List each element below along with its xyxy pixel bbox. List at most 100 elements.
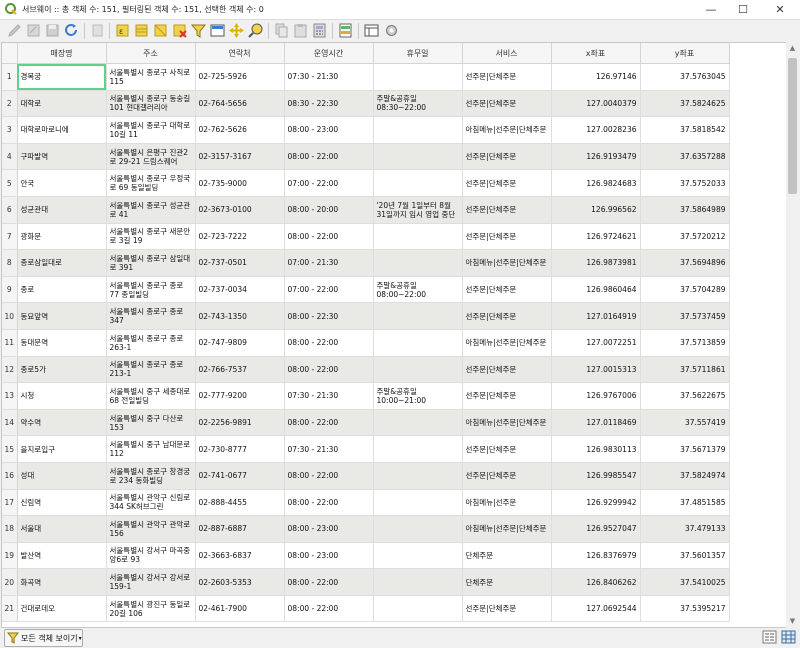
row-header[interactable]: 14 (2, 409, 18, 437)
close-button[interactable]: ✕ (764, 0, 796, 19)
row-header[interactable]: 13 (2, 382, 18, 410)
conditional-formatting-icon[interactable] (337, 22, 354, 39)
table-cell[interactable]: 대학로 (17, 90, 107, 118)
table-cell[interactable]: 서울특별시 은평구 진관2로 29-21 드림스퀘어 (106, 143, 196, 171)
table-cell[interactable]: 02-725-5926 (195, 63, 285, 91)
table-cell[interactable]: 37.5410025 (640, 568, 730, 596)
table-cell[interactable]: 안국 (17, 169, 107, 197)
table-cell[interactable]: 서울특별시 중구 남대문로 112 (106, 435, 196, 463)
table-cell[interactable]: 광화문 (17, 223, 107, 251)
table-cell[interactable]: 08:00 - 22:00 (284, 595, 374, 623)
table-cell[interactable]: 08:00 - 22:00 (284, 329, 374, 357)
table-cell[interactable]: 08:00 - 22:00 (284, 568, 374, 596)
table-cell[interactable]: 07:00 - 22:00 (284, 276, 374, 304)
row-header[interactable]: 7 (2, 223, 18, 251)
table-cell[interactable]: 02-2603-5353 (195, 568, 285, 596)
table-cell[interactable]: 37.5737459 (640, 302, 730, 330)
table-cell[interactable]: 07:30 - 21:30 (284, 63, 374, 91)
table-cell[interactable]: 대학로마로니에 (17, 116, 107, 144)
table-cell[interactable] (373, 223, 463, 251)
table-cell[interactable]: 약수역 (17, 409, 107, 437)
table-cell[interactable]: 126.9860464 (551, 276, 641, 304)
table-cell[interactable]: 구파발역 (17, 143, 107, 171)
table-cell[interactable]: 08:00 - 22:00 (284, 409, 374, 437)
table-cell[interactable]: 02-888-4455 (195, 489, 285, 517)
table-cell[interactable]: 주말&공휴일 08:30~22:00 (373, 90, 463, 118)
table-cell[interactable]: 126.9830113 (551, 435, 641, 463)
table-cell[interactable] (373, 169, 463, 197)
table-cell[interactable]: 37.5671379 (640, 435, 730, 463)
table-row[interactable]: 7 광화문 서울특별시 종로구 새문안로 3길 19 02-723-7222 08:00… (2, 223, 730, 251)
table-cell[interactable] (373, 489, 463, 517)
table-cell[interactable]: 127.0072251 (551, 329, 641, 357)
table-cell[interactable]: 08:00 - 22:00 (284, 489, 374, 517)
table-cell[interactable] (373, 63, 463, 91)
column-header[interactable]: 운영시간 (284, 43, 374, 64)
table-cell[interactable]: 선주문|단체주문 (462, 223, 552, 251)
save-icon[interactable] (44, 22, 61, 39)
table-cell[interactable]: 37.5824974 (640, 462, 730, 490)
table-cell[interactable]: 126.9527047 (551, 515, 641, 543)
table-cell[interactable]: 선주문|단체주문 (462, 196, 552, 224)
corner-header[interactable] (2, 43, 18, 64)
table-row[interactable]: 6 성균관대 서울특별시 종로구 성균관로 41 02-3673-0100 08:00 … (2, 196, 730, 224)
table-cell[interactable]: 02-747-9809 (195, 329, 285, 357)
row-header[interactable]: 5 (2, 169, 18, 197)
table-cell[interactable]: 선주문|단체주문 (462, 90, 552, 118)
table-row[interactable]: 4 구파발역 서울특별시 은평구 진관2로 29-21 드림스퀘어 02-3157-3… (2, 143, 730, 171)
table-cell[interactable]: 종로 (17, 276, 107, 304)
table-cell[interactable]: 37.5752033 (640, 169, 730, 197)
table-cell[interactable]: 동묘앞역 (17, 302, 107, 330)
table-row[interactable]: 10 동묘앞역 서울특별시 종로구 종로 347 02-743-1350 08:00 -… (2, 302, 730, 330)
table-cell[interactable]: 126.8406262 (551, 568, 641, 596)
table-cell[interactable]: 37.6357288 (640, 143, 730, 171)
table-cell[interactable]: 37.5694896 (640, 249, 730, 277)
table-row[interactable]: 1 경복궁 서울특별시 종로구 사직로 115 02-725-5926 07:30 - … (2, 63, 730, 91)
table-cell[interactable]: 02-764-5656 (195, 90, 285, 118)
row-header[interactable]: 18 (2, 515, 18, 543)
table-cell[interactable]: 아침메뉴|선주문|단체주문 (462, 116, 552, 144)
table-cell[interactable]: 37.479133 (640, 515, 730, 543)
table-cell[interactable]: 02-737-0034 (195, 276, 285, 304)
table-cell[interactable]: 07:30 - 21:30 (284, 382, 374, 410)
table-cell[interactable]: 성균관대 (17, 196, 107, 224)
table-cell[interactable]: 08:00 - 22:00 (284, 462, 374, 490)
select-expression-icon[interactable]: ε (114, 22, 131, 39)
row-header[interactable]: 8 (2, 249, 18, 277)
table-cell[interactable] (373, 329, 463, 357)
table-cell[interactable]: 02-3673-0100 (195, 196, 285, 224)
table-cell[interactable]: 07:00 - 21:30 (284, 249, 374, 277)
table-cell[interactable]: 37.5818542 (640, 116, 730, 144)
scroll-up-arrow-icon[interactable]: ▲ (786, 42, 799, 55)
table-cell[interactable] (373, 462, 463, 490)
table-cell[interactable]: 선주문|단체주문 (462, 143, 552, 171)
table-cell[interactable]: 02-3157-3167 (195, 143, 285, 171)
table-cell[interactable]: 서울특별시 종로구 종로 77 종일빌딩 (106, 276, 196, 304)
zoom-to-selection-icon[interactable] (247, 22, 264, 39)
table-cell[interactable]: 아침메뉴|선주문|단체주문 (462, 515, 552, 543)
table-cell[interactable]: 02-735-9000 (195, 169, 285, 197)
table-cell[interactable]: 서울특별시 관악구 관악로 156 (106, 515, 196, 543)
table-cell[interactable]: 126.9985547 (551, 462, 641, 490)
row-header[interactable]: 16 (2, 462, 18, 490)
select-all-icon[interactable] (133, 22, 150, 39)
table-cell[interactable]: 선주문|단체주문 (462, 382, 552, 410)
table-cell[interactable]: 08:00 - 22:00 (284, 143, 374, 171)
table-cell[interactable]: 아침메뉴|선주문|단체주문 (462, 409, 552, 437)
table-cell[interactable]: 126.996562 (551, 196, 641, 224)
table-cell[interactable]: 시청 (17, 382, 107, 410)
table-cell[interactable]: 127.0040379 (551, 90, 641, 118)
table-cell[interactable]: 서울특별시 종로구 창경궁로 234 동화빌딩 (106, 462, 196, 490)
table-cell[interactable]: 126.97146 (551, 63, 641, 91)
table-cell[interactable]: 02-762-5626 (195, 116, 285, 144)
table-cell[interactable]: 아침메뉴|선주문|단체주문 (462, 329, 552, 357)
table-cell[interactable]: 단체주문 (462, 542, 552, 570)
table-cell[interactable]: 서울특별시 종로구 종로 213-1 (106, 356, 196, 384)
table-cell[interactable] (373, 568, 463, 596)
table-cell[interactable]: 08:00 - 20:00 (284, 196, 374, 224)
row-header[interactable]: 10 (2, 302, 18, 330)
table-row[interactable]: 21 건대로데오 서울특별시 광진구 동일로20길 106 02-461-7900 08… (2, 595, 730, 623)
table-row[interactable]: 14 약수역 서울특별시 중구 다산로 153 02-2256-9891 08:00 -… (2, 409, 730, 437)
table-cell[interactable]: 단체주문 (462, 568, 552, 596)
column-header[interactable]: 매장명 (17, 43, 107, 64)
